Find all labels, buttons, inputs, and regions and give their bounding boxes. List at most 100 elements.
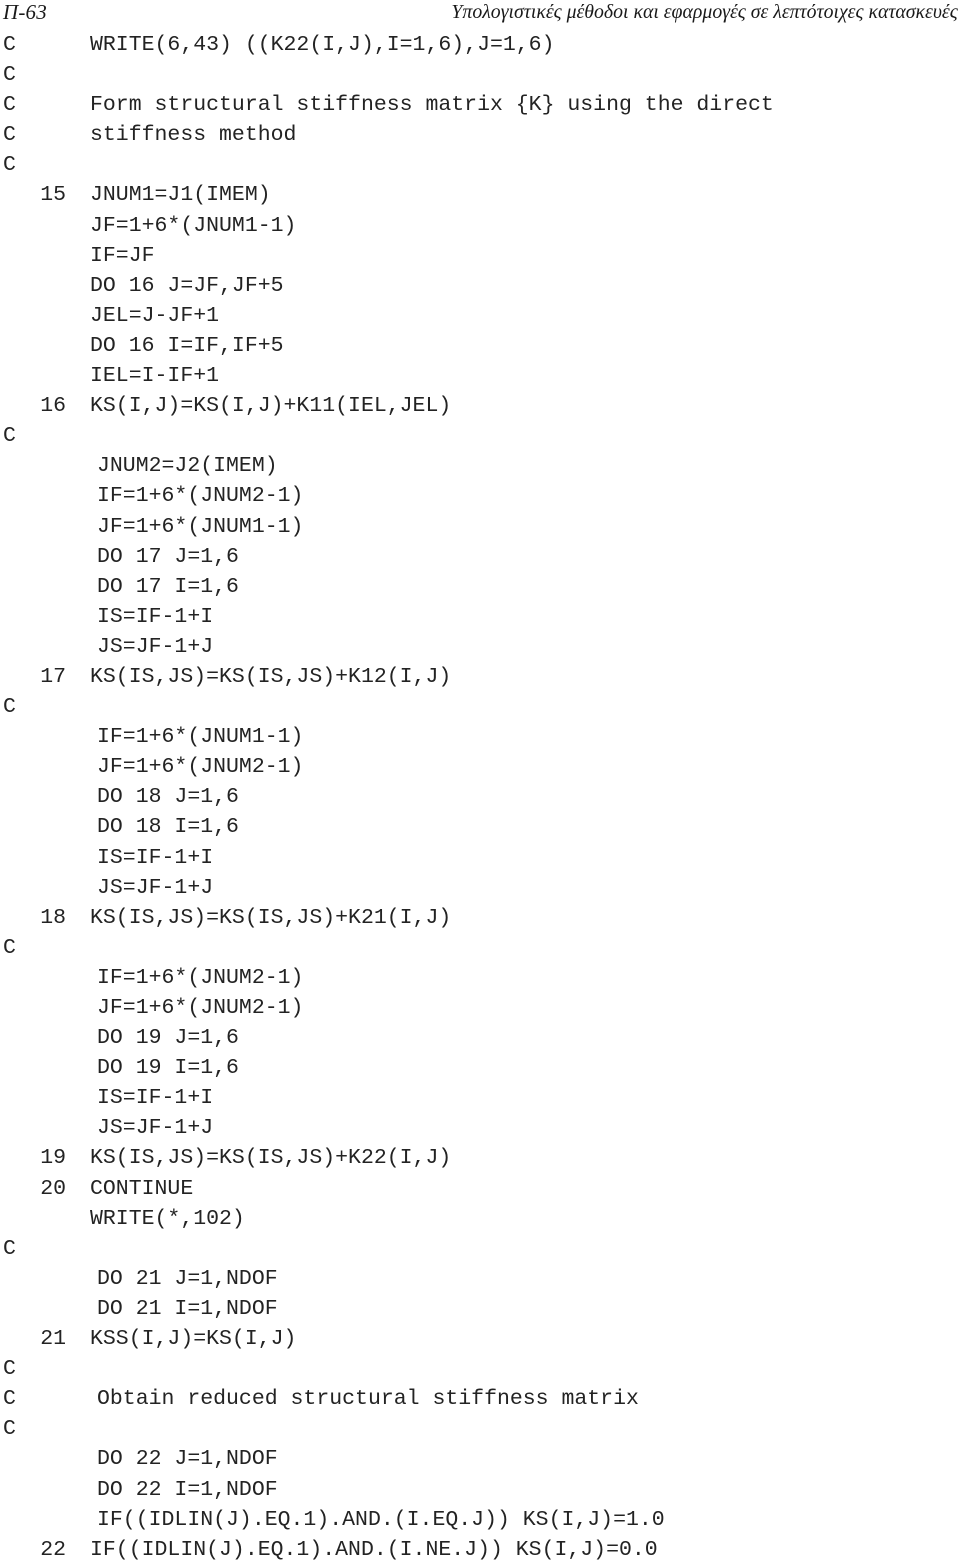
code-text: DO 22 I=1,NDOF (97, 1477, 278, 1502)
comment-marker: C (3, 935, 16, 960)
code-line: DO 21 I=1,NDOF (0, 1294, 960, 1324)
code-line: IEL=I-IF+1 (0, 361, 960, 391)
code-line: C (0, 1354, 960, 1384)
code-line: DO 16 I=IF,IF+5 (0, 331, 960, 361)
comment-marker: C (3, 153, 16, 178)
statement-label: 18 (40, 905, 66, 930)
code-text: KS(IS,JS)=KS(IS,JS)+K12(I,J) (90, 664, 452, 689)
comment-marker: C (3, 695, 16, 720)
code-line: IS=IF-1+I (0, 602, 960, 632)
code-text: IEL=I-IF+1 (90, 364, 220, 389)
code-text: IF=JF (90, 243, 155, 268)
code-text: DO 18 I=1,6 (97, 815, 239, 840)
code-text: DO 17 J=1,6 (97, 544, 239, 569)
code-text: DO 21 J=1,NDOF (97, 1266, 278, 1291)
code-text: JNUM2=J2(IMEM) (97, 454, 278, 479)
code-line: JNUM2=J2(IMEM) (0, 451, 960, 481)
code-text: stiffness method (90, 123, 297, 148)
code-line: JS=JF-1+J (0, 873, 960, 903)
statement-label: 15 (40, 183, 66, 208)
code-line: C (0, 421, 960, 451)
code-text: JF=1+6*(JNUM1-1) (90, 213, 297, 238)
code-text: KS(IS,JS)=KS(IS,JS)+K21(I,J) (90, 905, 452, 930)
code-text: KSS(I,J)=KS(I,J) (90, 1327, 297, 1352)
statement-label: 19 (40, 1146, 66, 1171)
code-line: DO 17 I=1,6 (0, 572, 960, 602)
code-line: IF=JF (0, 241, 960, 271)
code-text: IF((IDLIN(J).EQ.1).AND.(I.NE.J)) KS(I,J)… (90, 1537, 658, 1562)
code-text: IF=1+6*(JNUM2-1) (97, 965, 304, 990)
code-line: 21 KSS(I,J)=KS(I,J) (0, 1324, 960, 1354)
code-line: JS=JF-1+J (0, 632, 960, 662)
code-line: IS=IF-1+I (0, 843, 960, 873)
statement-label: 22 (40, 1537, 66, 1562)
code-line: IF=1+6*(JNUM2-1) (0, 963, 960, 993)
code-text: DO 19 I=1,6 (97, 1056, 239, 1081)
code-text: JS=JF-1+J (97, 634, 214, 659)
code-line: IF=1+6*(JNUM1-1) (0, 722, 960, 752)
page-running-header: Π-63 Υπολογιστικές μέθοδοι και εφαρμογές… (0, 0, 960, 30)
code-line: IF((IDLIN(J).EQ.1).AND.(I.EQ.J)) KS(I,J)… (0, 1505, 960, 1535)
code-line: WRITE(*,102) (0, 1204, 960, 1234)
code-line: Cstiffness method (0, 120, 960, 150)
code-text: IF=1+6*(JNUM1-1) (97, 725, 304, 750)
code-line: DO 19 I=1,6 (0, 1053, 960, 1083)
code-text: Form structural stiffness matrix {K} usi… (90, 93, 774, 118)
code-text: JS=JF-1+J (97, 1116, 214, 1141)
code-line: JF=1+6*(JNUM2-1) (0, 752, 960, 782)
code-text: WRITE(6,43) ((K22(I,J),I=1,6),J=1,6) (90, 33, 555, 57)
code-line: DO 16 J=JF,JF+5 (0, 271, 960, 301)
code-text: DO 18 J=1,6 (97, 785, 239, 810)
code-line: JF=1+6*(JNUM2-1) (0, 993, 960, 1023)
statement-label: 21 (40, 1327, 66, 1352)
code-line: C (0, 60, 960, 90)
code-text: DO 21 I=1,NDOF (97, 1296, 278, 1321)
code-line: C (0, 692, 960, 722)
comment-marker: C (3, 1417, 16, 1442)
code-line: C (0, 1414, 960, 1444)
code-line: JF=1+6*(JNUM1-1) (0, 211, 960, 241)
running-title: Υπολογιστικές μέθοδοι και εφαρμογές σε λ… (451, 1, 959, 23)
code-text: DO 16 I=IF,IF+5 (90, 333, 284, 358)
code-text: JF=1+6*(JNUM1-1) (97, 514, 304, 539)
comment-marker: C (3, 63, 16, 88)
fortran-code-listing: C WRITE(6,43) ((K22(I,J),I=1,6),J=1,6) C C F… (0, 30, 960, 1565)
code-line: DO 21 J=1,NDOF (0, 1264, 960, 1294)
code-line: C WRITE(6,43) ((K22(I,J),I=1,6),J=1,6) (0, 30, 960, 60)
code-text: DO 22 J=1,NDOF (97, 1447, 278, 1472)
code-text: IF((IDLIN(J).EQ.1).AND.(I.EQ.J)) KS(I,J)… (97, 1507, 665, 1532)
code-line: IS=IF-1+I (0, 1083, 960, 1113)
code-text: DO 16 J=JF,JF+5 (90, 273, 284, 298)
statement-label: 20 (40, 1176, 66, 1201)
code-line: JS=JF-1+J (0, 1113, 960, 1143)
code-text: JEL=J-JF+1 (90, 303, 220, 328)
code-line: DO 17 J=1,6 (0, 542, 960, 572)
code-text: IS=IF-1+I (97, 1086, 214, 1111)
code-line: DO 22 J=1,NDOF (0, 1444, 960, 1474)
comment-marker: C (3, 1387, 16, 1412)
statement-label: 17 (40, 664, 66, 689)
code-text: Obtain reduced structural stiffness matr… (97, 1387, 639, 1412)
code-text: IS=IF-1+I (97, 604, 214, 629)
code-text: CONTINUE (90, 1176, 194, 1201)
code-text: IS=IF-1+I (97, 845, 214, 870)
code-line: C (0, 150, 960, 180)
code-line: C (0, 933, 960, 963)
code-line: 20 CONTINUE (0, 1174, 960, 1204)
page-number: Π-63 (3, 0, 47, 24)
code-text: KS(I,J)=KS(I,J)+K11(IEL,JEL) (90, 394, 452, 419)
code-text: DO 19 J=1,6 (97, 1026, 239, 1051)
comment-marker: C (3, 424, 16, 449)
code-line: C Obtain reduced structural stiffness mat… (0, 1384, 960, 1414)
comment-marker: C (3, 1236, 16, 1261)
code-line: JEL=J-JF+1 (0, 301, 960, 331)
comment-marker: C (3, 33, 16, 57)
code-text: IF=1+6*(JNUM2-1) (97, 484, 304, 509)
comment-marker: C (3, 93, 16, 118)
statement-label: 16 (40, 394, 66, 419)
code-text: JF=1+6*(JNUM2-1) (97, 996, 304, 1020)
code-line: C (0, 1234, 960, 1264)
code-line: 16 KS(I,J)=KS(I,J)+K11(IEL,JEL) (0, 391, 960, 421)
code-line: 17 KS(IS,JS)=KS(IS,JS)+K12(I,J) (0, 662, 960, 692)
code-text: JNUM1=J1(IMEM) (90, 183, 271, 208)
